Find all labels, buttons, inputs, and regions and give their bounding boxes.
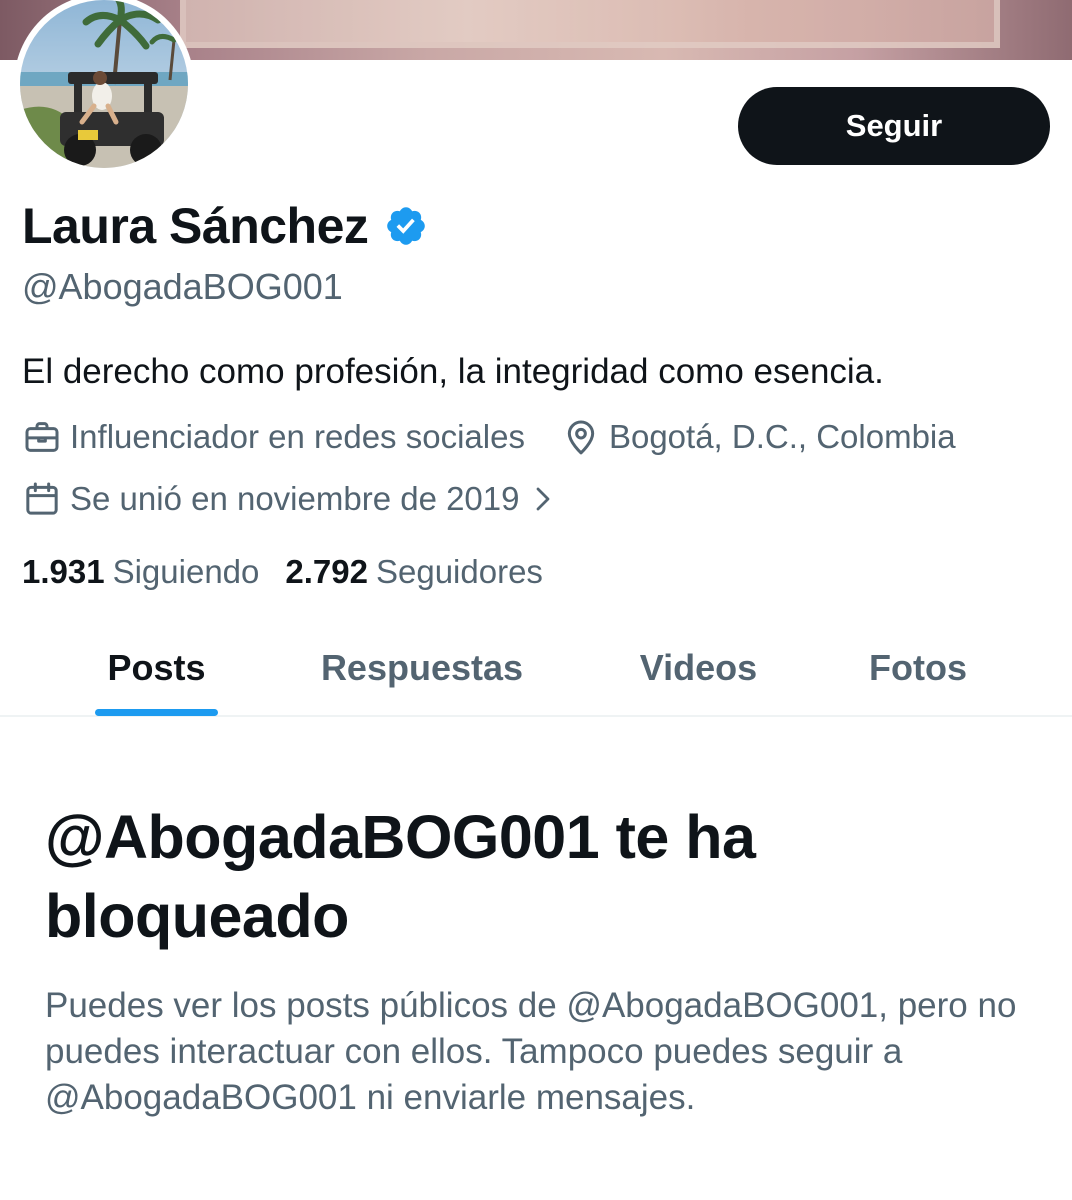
profile-joined-label: Se unió en noviembre de 2019 [70,480,520,517]
tab-posts[interactable]: Posts [95,620,218,715]
chevron-right-icon[interactable] [530,484,556,514]
blocked-title: @AbogadaBOG001 te ha bloqueado [45,803,756,950]
profile-handle: @AbogadaBOG001 [22,266,343,307]
blocked-description: Puedes ver los posts públicos de @Abogad… [45,986,1017,1117]
following-label: Siguiendo [112,553,260,590]
profile-location: Bogotá, D.C., Colombia [561,417,956,457]
banner-image [180,0,1000,48]
following-link[interactable]: 1.931 Siguiendo [22,553,259,591]
profile-category: Influenciador en redes sociales [22,417,525,457]
profile-category-label: Influenciador en redes sociales [70,418,525,455]
following-count: 1.931 [22,553,105,590]
avatar[interactable] [14,0,194,174]
follow-button[interactable]: Seguir [738,87,1050,165]
followers-count: 2.792 [285,553,368,590]
active-tab-indicator [95,709,218,716]
calendar-icon [26,482,58,515]
tab-videos[interactable]: Videos [620,620,777,715]
tab-respuestas[interactable]: Respuestas [300,620,544,715]
profile-joined-row[interactable]: Se unió en noviembre de 2019 [22,477,556,521]
profile-tabs: Posts Respuestas Videos Fotos [0,620,1072,717]
profile-bio: El derecho como profesión, la integridad… [22,352,884,391]
followers-link[interactable]: 2.792 Seguidores [285,553,543,591]
location-pin-icon [567,420,595,455]
tab-fotos[interactable]: Fotos [852,620,984,715]
avatar-photo [20,0,188,168]
profile-meta-row: Influenciador en redes sociales Bogotá, … [22,415,956,459]
followers-label: Seguidores [375,553,543,590]
verified-badge-icon[interactable] [384,204,428,248]
briefcase-icon [25,422,59,452]
display-name: Laura Sánchez [22,198,369,254]
profile-joined[interactable]: Se unió en noviembre de 2019 [22,479,556,519]
profile-stats: 1.931 Siguiendo 2.792 Seguidores [22,550,543,594]
profile-name-row: Laura Sánchez [22,196,428,256]
profile-location-label: Bogotá, D.C., Colombia [608,418,956,455]
